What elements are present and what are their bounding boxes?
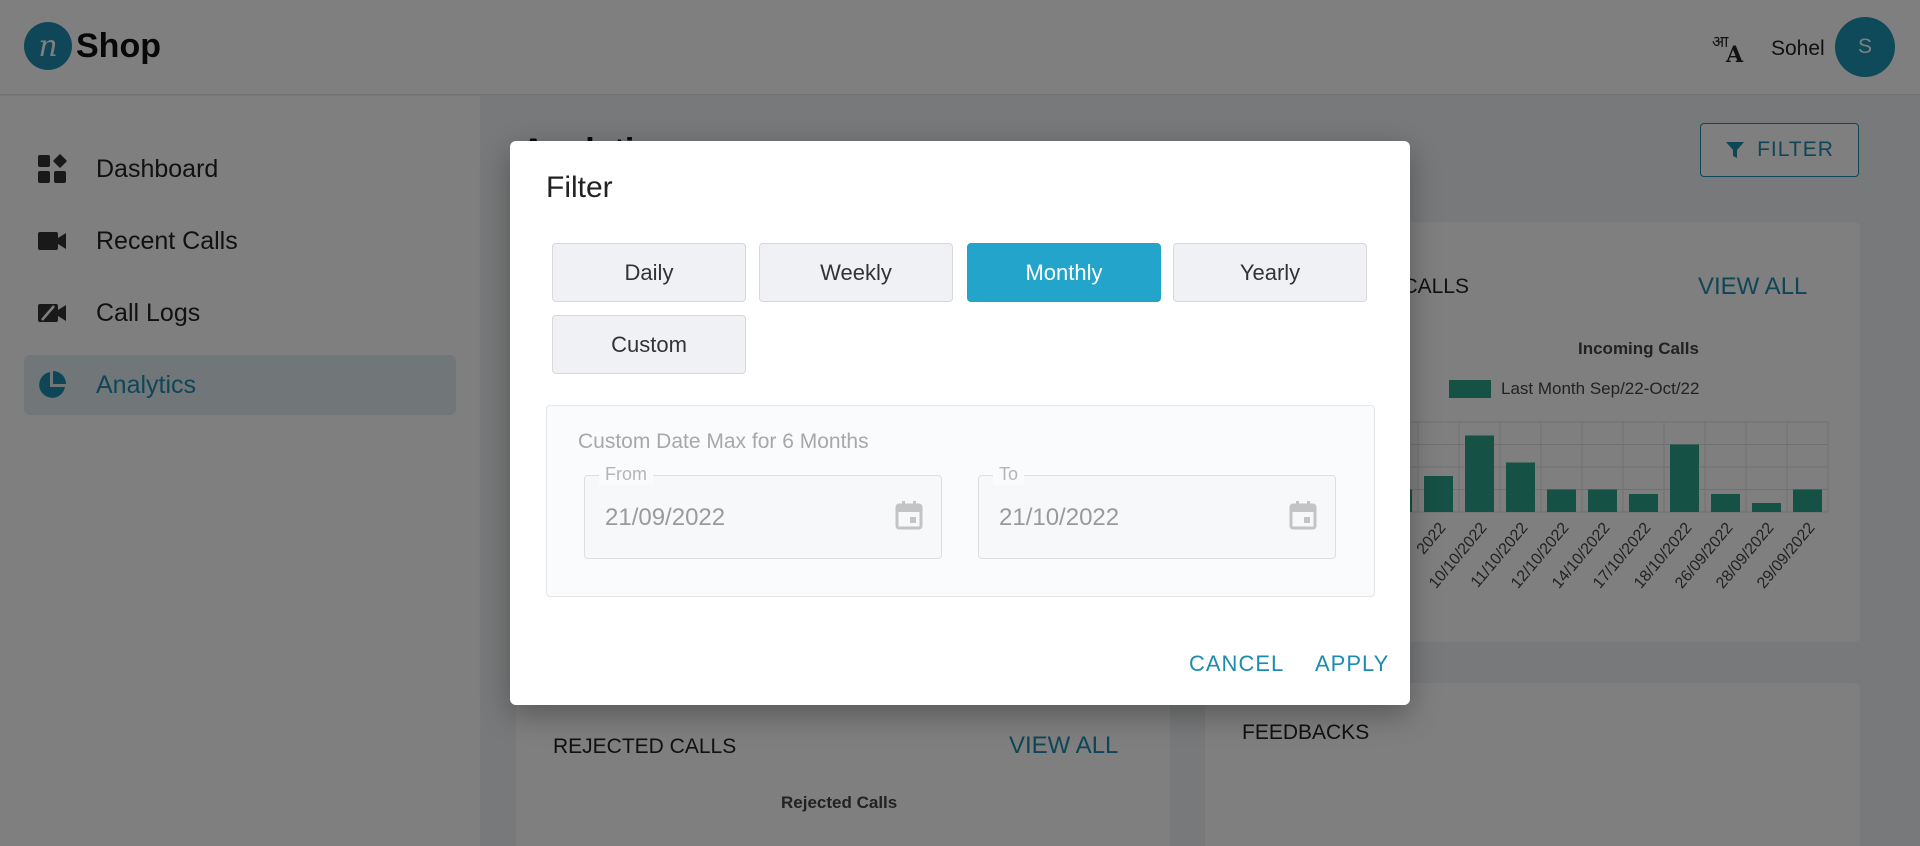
apply-button[interactable]: APPLY: [1315, 651, 1389, 677]
option-monthly[interactable]: Monthly: [967, 243, 1161, 302]
from-date-field[interactable]: From 21/09/2022: [584, 464, 942, 559]
from-date-value: 21/09/2022: [605, 504, 726, 531]
from-label: From: [599, 464, 653, 485]
to-date-field[interactable]: To 21/10/2022: [978, 464, 1336, 559]
cancel-button[interactable]: CANCEL: [1189, 651, 1284, 677]
option-daily[interactable]: Daily: [552, 243, 746, 302]
calendar-icon[interactable]: [1289, 500, 1317, 535]
option-yearly[interactable]: Yearly: [1173, 243, 1367, 302]
to-label: To: [993, 464, 1025, 485]
dialog-title: Filter: [546, 171, 613, 204]
option-weekly[interactable]: Weekly: [759, 243, 953, 302]
custom-date-panel: Custom Date Max for 6 Months From 21/09/…: [546, 405, 1375, 597]
calendar-icon[interactable]: [895, 500, 923, 535]
option-custom[interactable]: Custom: [552, 315, 746, 374]
custom-date-label: Custom Date Max for 6 Months: [578, 430, 869, 453]
filter-dialog: Filter Daily Weekly Monthly Yearly Custo…: [510, 141, 1410, 705]
to-date-value: 21/10/2022: [999, 504, 1120, 531]
